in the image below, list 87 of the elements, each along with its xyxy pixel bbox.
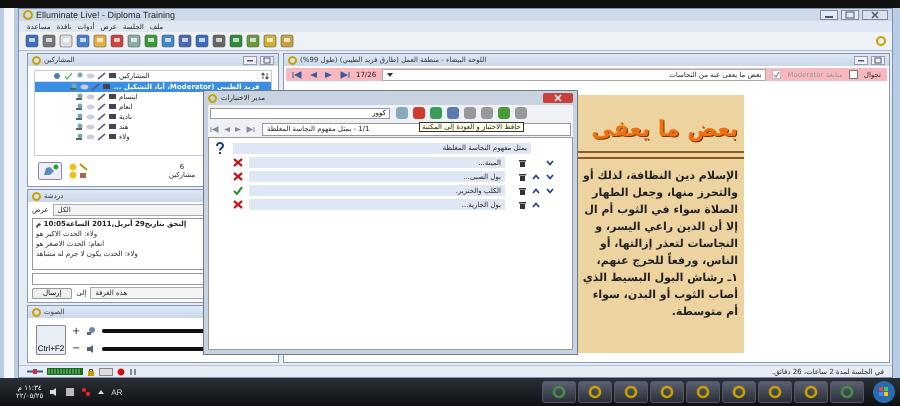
slide-text-line: والتحرز منها، وجعل الطهار	[592, 185, 738, 201]
app-logo-icon	[288, 56, 297, 64]
slide-text-line: الناس، ورفعاً للحرج عنهم،	[596, 252, 738, 269]
microphone-icon	[86, 326, 96, 336]
taskbar-button[interactable]	[578, 381, 612, 403]
checkbox[interactable]	[848, 70, 858, 79]
microphone-icon	[75, 123, 84, 131]
taskbar-button[interactable]	[686, 381, 720, 403]
slide-text-line: أصاب الثوب أو البدن، سواء	[592, 286, 738, 303]
maximize-button[interactable]	[841, 10, 859, 20]
restore-button[interactable]	[871, 56, 885, 64]
app-icon	[804, 385, 818, 399]
microphone-icon	[75, 72, 84, 80]
minimize-button[interactable]	[854, 56, 868, 64]
next-page-button[interactable]	[324, 70, 334, 78]
start-button[interactable]	[872, 380, 896, 404]
slide-text-line: الإسلام دين النظافة، لذلك أو	[583, 167, 738, 184]
move-up-icon[interactable]	[532, 188, 540, 194]
minimize-button[interactable]	[820, 10, 838, 20]
app-logo-icon	[32, 56, 41, 64]
previous-page-button[interactable]	[308, 70, 318, 78]
microphone-icon	[75, 93, 84, 101]
next-page-button[interactable]	[234, 126, 243, 132]
app-icon	[552, 385, 566, 399]
trash-icon[interactable]	[519, 186, 526, 194]
app-icon	[732, 385, 746, 399]
first-page-button[interactable]	[292, 70, 302, 78]
last-page-button[interactable]	[340, 70, 350, 78]
taskbar-button[interactable]	[614, 381, 648, 403]
move-up-icon[interactable]	[532, 174, 540, 180]
close-button[interactable]	[543, 93, 573, 103]
restore-button[interactable]	[260, 56, 274, 64]
dropdown-arrow-icon[interactable]	[387, 72, 394, 76]
raise-hand-button[interactable]	[38, 162, 62, 180]
trash-icon[interactable]	[519, 200, 526, 208]
sort-icon[interactable]	[261, 72, 269, 80]
first-page-button[interactable]	[210, 126, 219, 132]
last-page-button[interactable]	[246, 126, 255, 132]
app-icon	[624, 385, 638, 399]
connection-icon	[27, 368, 43, 375]
app-icon	[588, 385, 602, 399]
move-down-icon[interactable]	[546, 174, 554, 180]
taskbar-button[interactable]	[650, 381, 684, 403]
audio-level-meter-icon	[47, 368, 83, 375]
talk-button[interactable]: Ctrl+F2	[36, 325, 66, 355]
check-cross-icon	[64, 72, 73, 80]
previous-page-button[interactable]	[222, 126, 231, 132]
move-down-icon[interactable]	[546, 160, 554, 166]
slide-text-line: النجاسات لتعذر إزالتها، أو	[600, 235, 738, 252]
language-indicator[interactable]: AR	[111, 388, 122, 396]
app-icon	[768, 385, 782, 399]
microphone-icon	[75, 113, 84, 121]
emoticons-icon[interactable]	[68, 162, 90, 180]
app-logo-icon	[32, 308, 41, 316]
trash-icon[interactable]	[519, 172, 526, 180]
taskbar-button[interactable]	[794, 381, 828, 403]
trash-icon[interactable]	[519, 158, 526, 166]
window-title: Elluminate Live! - Diploma Training	[36, 10, 176, 20]
plus-sign: +	[72, 326, 80, 337]
minus-sign: −	[72, 343, 80, 354]
taskbar-button[interactable]	[542, 381, 576, 403]
hand-icon	[53, 72, 62, 80]
microphone-icon	[69, 83, 78, 91]
app-icon	[840, 385, 854, 399]
app-logo-icon	[876, 35, 886, 47]
question-mark-icon	[215, 142, 225, 154]
slide-title: بعض ما يعفى	[591, 116, 738, 144]
microphone-icon	[75, 133, 84, 141]
slide-text-line: أم متوسطة.	[672, 303, 738, 320]
move-up-icon[interactable]	[532, 202, 540, 208]
move-down-icon[interactable]	[546, 188, 554, 194]
close-button[interactable]	[862, 10, 888, 20]
slide-text-line: الصلاة سواء في الثوب أم ال	[584, 201, 738, 218]
taskbar-button[interactable]	[722, 381, 756, 403]
lock-icon	[87, 368, 95, 376]
slide-text-line: ١ـ رشاش البول البسيط الذي	[582, 270, 738, 286]
app-logo-icon	[208, 94, 217, 102]
app-icon	[660, 385, 674, 399]
taskbar-button[interactable]	[830, 381, 864, 403]
minimize-button[interactable]	[243, 56, 257, 64]
taskbar-button[interactable]	[758, 381, 792, 403]
slide-text-line: إلا أن الدين راعي اليسر، و	[595, 218, 738, 235]
microphone-icon	[75, 103, 84, 111]
pause-icon	[129, 368, 137, 376]
app-logo-icon	[32, 192, 41, 200]
app-logo-icon	[23, 10, 33, 20]
app-icon	[696, 385, 710, 399]
